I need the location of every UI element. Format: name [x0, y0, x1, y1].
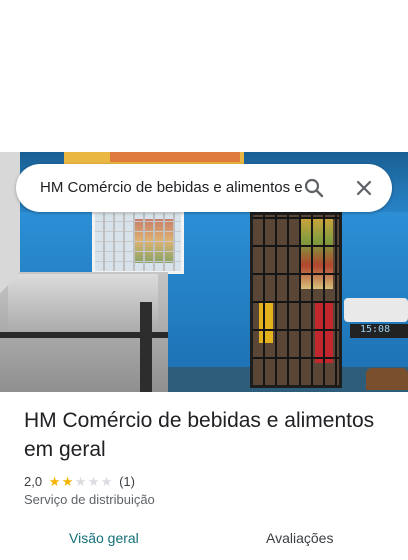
photo-clock-text: 15:08: [360, 324, 391, 335]
freezer-post: [140, 302, 152, 392]
rating-value: 2,0: [24, 473, 43, 489]
review-count[interactable]: (1): [119, 474, 135, 489]
star-filled-icon: ★: [61, 473, 74, 489]
rating-stars: ★ ★ ★ ★ ★: [48, 475, 113, 488]
place-category[interactable]: Serviço de distribuição: [24, 492, 155, 507]
photo-clock-display: 15:08: [350, 324, 408, 338]
photo-basket: [366, 368, 408, 390]
photo-window: [92, 210, 184, 274]
star-empty-icon: ★: [87, 473, 100, 489]
star-empty-icon: ★: [100, 473, 113, 489]
place-title: HM Comércio de bebidas e alimentos em ge…: [24, 409, 375, 461]
close-icon[interactable]: [352, 176, 376, 200]
search-bar[interactable]: HM Comércio de bebidas e alimentos em ge…: [16, 164, 392, 212]
star-filled-icon: ★: [48, 473, 61, 489]
window-bars: [95, 213, 181, 271]
place-tabs: Visão geral Avaliações: [0, 530, 408, 560]
map-area-blank: [0, 0, 408, 152]
search-input[interactable]: HM Comércio de bebidas e alimentos em ge…: [40, 164, 302, 212]
freezer-lid: [8, 274, 158, 334]
photo-doorway: [250, 212, 342, 388]
photo-right-item: [344, 298, 408, 322]
photo-freezer: [0, 272, 168, 392]
photo-banner-accent: [110, 152, 240, 162]
star-empty-icon: ★: [74, 473, 87, 489]
search-icon[interactable]: [302, 176, 326, 200]
doorway-grille: [253, 215, 339, 385]
rating-row[interactable]: 2,0 ★ ★ ★ ★ ★ (1): [24, 472, 135, 490]
